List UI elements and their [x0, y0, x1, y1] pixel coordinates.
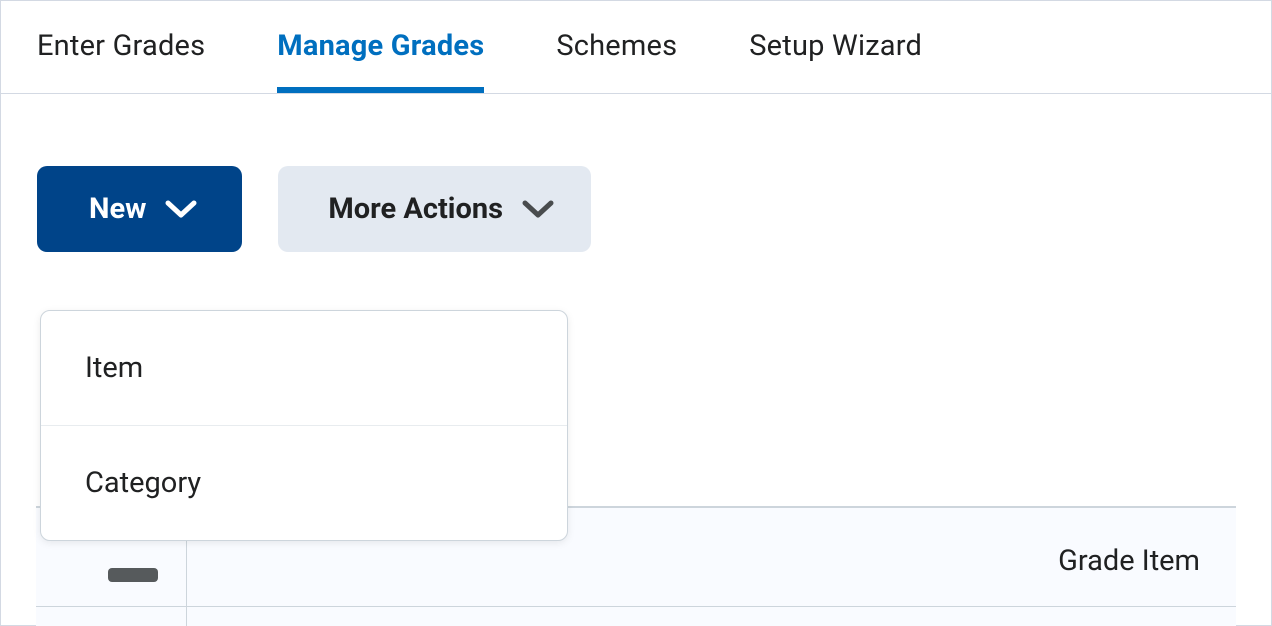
column-header-grade-item: Grade Item	[1058, 544, 1200, 578]
row-divider	[36, 606, 1236, 607]
new-button-label: New	[89, 192, 146, 226]
tab-setup-wizard[interactable]: Setup Wizard	[749, 29, 922, 93]
new-dropdown-menu: Item Category	[40, 310, 568, 541]
more-actions-label: More Actions	[328, 192, 503, 226]
tabs-bar: Enter Grades Manage Grades Schemes Setup…	[1, 1, 1271, 94]
dropdown-item-category[interactable]: Category	[41, 426, 567, 540]
dropdown-item-item[interactable]: Item	[41, 311, 567, 426]
chevron-down-icon	[521, 199, 555, 219]
select-all-checkbox[interactable]	[108, 568, 158, 582]
chevron-down-icon	[164, 199, 198, 219]
tab-enter-grades[interactable]: Enter Grades	[37, 29, 205, 93]
more-actions-button[interactable]: More Actions	[278, 166, 591, 252]
tab-manage-grades[interactable]: Manage Grades	[277, 29, 484, 93]
tab-schemes[interactable]: Schemes	[556, 29, 677, 93]
new-button[interactable]: New	[37, 166, 242, 252]
toolbar: New More Actions	[1, 94, 1271, 252]
